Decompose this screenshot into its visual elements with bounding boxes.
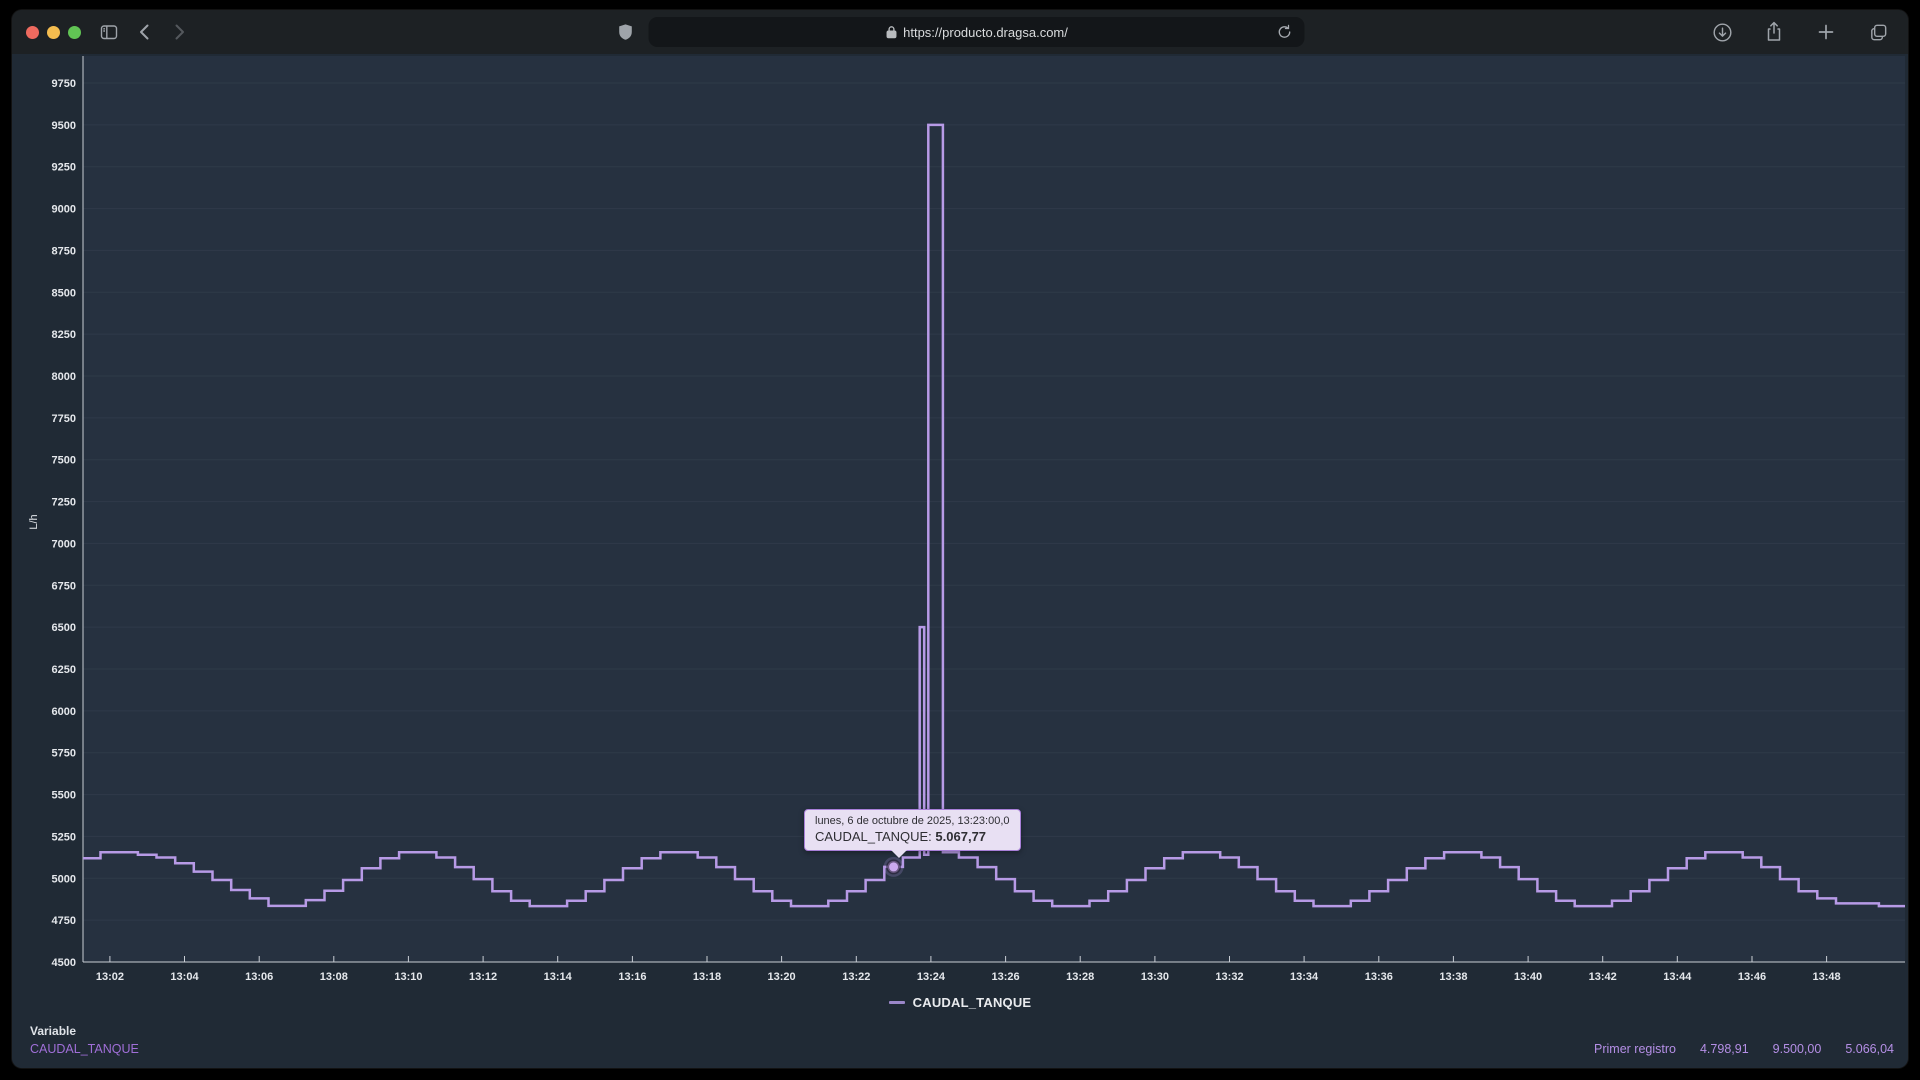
gridlines <box>83 83 1905 920</box>
tooltip-date: lunes, 6 de octubre de 2025, 13:23:00,0 <box>815 815 1010 827</box>
svg-text:13:12: 13:12 <box>469 971 497 983</box>
nav-buttons <box>131 18 193 46</box>
tooltip-value-row: CAUDAL_TANQUE: 5.067,77 <box>815 829 1010 844</box>
maximize-window-button[interactable] <box>68 26 81 39</box>
svg-text:13:20: 13:20 <box>768 971 796 983</box>
svg-text:13:22: 13:22 <box>842 971 870 983</box>
svg-text:6000: 6000 <box>52 706 76 718</box>
svg-text:9000: 9000 <box>52 204 76 216</box>
svg-text:9750: 9750 <box>52 78 76 90</box>
footer-stats-row: Primer registro 4.798,91 9.500,00 5.066,… <box>1594 1042 1894 1056</box>
svg-text:13:42: 13:42 <box>1589 971 1617 983</box>
chart-tooltip: lunes, 6 de octubre de 2025, 13:23:00,0 … <box>804 809 1021 851</box>
svg-text:7750: 7750 <box>52 413 76 425</box>
footer-row-label: Primer registro <box>1594 1042 1676 1056</box>
svg-text:5500: 5500 <box>52 790 76 802</box>
y-axis-title: L/h <box>28 514 40 529</box>
tooltip-arrow <box>891 850 907 858</box>
svg-text:13:40: 13:40 <box>1514 971 1542 983</box>
browser-window: https://producto.dragsa.com/ <box>12 10 1908 1068</box>
svg-text:6750: 6750 <box>52 580 76 592</box>
svg-text:13:24: 13:24 <box>917 971 946 983</box>
tooltip-value: 5.067,77 <box>935 829 986 844</box>
svg-text:9250: 9250 <box>52 162 76 174</box>
shield-icon[interactable] <box>616 18 636 46</box>
svg-text:13:18: 13:18 <box>693 971 721 983</box>
svg-text:13:32: 13:32 <box>1215 971 1243 983</box>
tab-overview-icon[interactable] <box>1864 18 1892 46</box>
sidebar-toggle-icon[interactable] <box>95 18 123 46</box>
footer-stat-min: 4.798,91 <box>1700 1042 1749 1056</box>
window-controls <box>26 26 81 39</box>
page-content: 13:02 13:04 13:06 13:08 13:10 13:12 13:14 13:16… <box>12 54 1908 1068</box>
y-axis-labels: 4500 4750 5000 5250 5500 5750 6000 6250 6500 6750… <box>52 78 76 969</box>
svg-text:13:14: 13:14 <box>544 971 573 983</box>
forward-icon[interactable] <box>165 18 193 46</box>
svg-text:5000: 5000 <box>52 873 76 885</box>
back-icon[interactable] <box>131 18 159 46</box>
svg-text:13:44: 13:44 <box>1663 971 1692 983</box>
footer-variable-label: Variable <box>30 1022 139 1040</box>
svg-text:7000: 7000 <box>52 538 76 550</box>
chart-legend[interactable]: CAUDAL_TANQUE <box>12 995 1908 1010</box>
close-window-button[interactable] <box>26 26 39 39</box>
svg-text:13:04: 13:04 <box>170 971 199 983</box>
svg-text:13:02: 13:02 <box>96 971 124 983</box>
svg-text:6500: 6500 <box>52 622 76 634</box>
tooltip-series-label: CAUDAL_TANQUE: <box>815 829 932 844</box>
svg-text:4500: 4500 <box>52 957 76 969</box>
lock-icon <box>885 25 897 39</box>
footer-variable-name[interactable]: CAUDAL_TANQUE <box>30 1040 139 1058</box>
svg-text:13:26: 13:26 <box>992 971 1020 983</box>
share-icon[interactable] <box>1760 18 1788 46</box>
footer-variable-block: Variable CAUDAL_TANQUE <box>30 1022 139 1058</box>
svg-text:6250: 6250 <box>52 664 76 676</box>
url-text: https://producto.dragsa.com/ <box>903 25 1068 40</box>
toolbar-right <box>1708 18 1892 46</box>
svg-text:8500: 8500 <box>52 287 76 299</box>
reload-icon[interactable] <box>1273 20 1297 44</box>
svg-text:13:06: 13:06 <box>245 971 273 983</box>
address-area: https://producto.dragsa.com/ <box>616 17 1305 47</box>
svg-text:13:46: 13:46 <box>1738 971 1766 983</box>
new-tab-icon[interactable] <box>1812 18 1840 46</box>
svg-text:13:30: 13:30 <box>1141 971 1169 983</box>
minimize-window-button[interactable] <box>47 26 60 39</box>
downloads-icon[interactable] <box>1708 18 1736 46</box>
legend-label: CAUDAL_TANQUE <box>913 995 1032 1010</box>
svg-text:8000: 8000 <box>52 371 76 383</box>
browser-toolbar: https://producto.dragsa.com/ <box>12 10 1908 55</box>
svg-text:13:28: 13:28 <box>1066 971 1094 983</box>
svg-text:13:48: 13:48 <box>1813 971 1841 983</box>
svg-text:9500: 9500 <box>52 120 76 132</box>
footer-stat-max: 9.500,00 <box>1773 1042 1822 1056</box>
address-bar[interactable]: https://producto.dragsa.com/ <box>649 17 1305 47</box>
svg-text:7250: 7250 <box>52 497 76 509</box>
svg-text:8750: 8750 <box>52 245 76 257</box>
svg-text:13:38: 13:38 <box>1439 971 1467 983</box>
legend-line-swatch <box>889 1001 905 1004</box>
timeseries-chart[interactable]: 13:02 13:04 13:06 13:08 13:10 13:12 13:14 13:16… <box>12 54 1908 1068</box>
svg-text:13:36: 13:36 <box>1365 971 1393 983</box>
svg-text:8250: 8250 <box>52 329 76 341</box>
svg-text:13:08: 13:08 <box>320 971 348 983</box>
hover-point-marker <box>884 857 904 877</box>
svg-text:4750: 4750 <box>52 915 76 927</box>
svg-text:5250: 5250 <box>52 831 76 843</box>
svg-text:5750: 5750 <box>52 748 76 760</box>
footer-stat-last: 5.066,04 <box>1845 1042 1894 1056</box>
svg-text:7500: 7500 <box>52 455 76 467</box>
svg-text:13:34: 13:34 <box>1290 971 1319 983</box>
svg-text:13:10: 13:10 <box>394 971 422 983</box>
svg-text:13:16: 13:16 <box>618 971 646 983</box>
